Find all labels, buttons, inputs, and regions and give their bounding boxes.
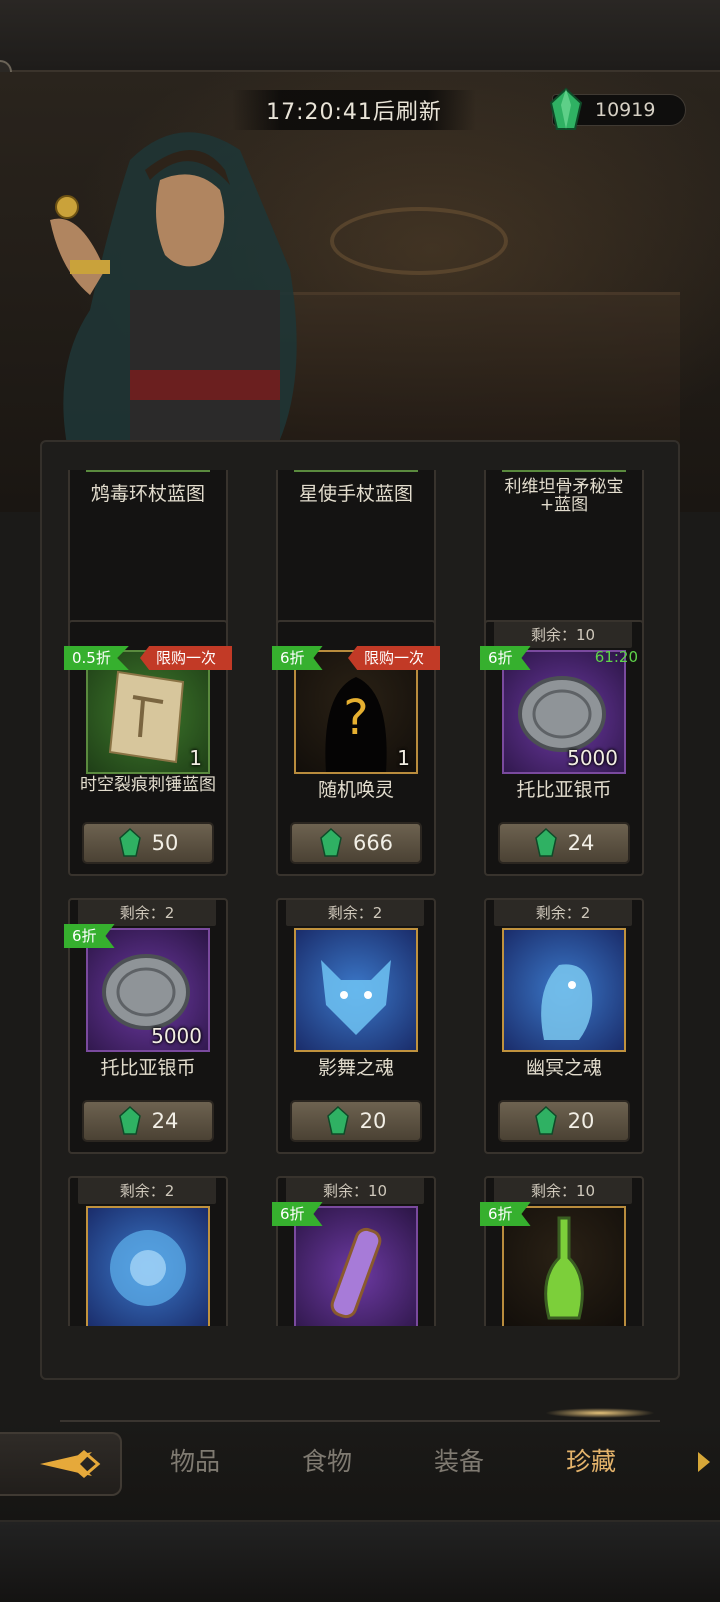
bottom-frame	[0, 1520, 720, 1602]
buy-button[interactable]: 20	[498, 1100, 630, 1142]
price-value: 666	[352, 831, 394, 855]
gem-balance[interactable]: 10919	[549, 87, 686, 130]
item-thumbnail	[294, 928, 418, 1052]
gem-amount: 10919	[595, 99, 656, 121]
purchase-limit-badge: 限购一次	[140, 646, 232, 670]
back-button[interactable]	[0, 1432, 122, 1496]
ghost-spirit-icon	[541, 964, 593, 1040]
remaining-stock: 剩余：2	[78, 900, 216, 926]
item-card[interactable]: 剩余：2 幽冥之魂 20	[484, 898, 644, 1154]
green-gem-icon	[118, 1106, 141, 1135]
remaining-stock: 剩余：10	[494, 1178, 632, 1204]
item-quantity: 1	[397, 746, 410, 770]
item-name: 鸩毒环杖蓝图	[90, 483, 205, 505]
green-gem-icon	[320, 828, 342, 857]
price-value: 20	[359, 1109, 387, 1133]
item-quantity: 5000	[567, 746, 618, 770]
active-tab-indicator	[545, 1408, 655, 1418]
remaining-stock: 剩余：2	[78, 1178, 216, 1204]
item-thumbnail: 1	[86, 470, 210, 472]
price-value: 20	[567, 1109, 595, 1133]
item-quantity: 5000	[151, 1024, 202, 1048]
item-name: 托比亚银币	[100, 1057, 196, 1079]
purchase-limit-badge: 限购一次	[348, 646, 440, 670]
tab-collection[interactable]: 珍藏	[536, 1442, 646, 1482]
item-name: 随机唤灵	[317, 779, 394, 801]
item-thumbnail: 1	[294, 470, 418, 472]
tab-food[interactable]: 食物	[272, 1442, 382, 1482]
tab-equipment[interactable]: 装备	[404, 1442, 514, 1482]
back-arrow-icon	[40, 1450, 101, 1478]
green-gem-icon	[534, 828, 557, 857]
nav-divider	[60, 1420, 660, 1422]
wolf-spirit-icon	[321, 960, 391, 1035]
green-gem-icon	[118, 828, 141, 857]
scroll-right-icon[interactable]	[698, 1452, 710, 1472]
svg-text:?: ?	[343, 690, 368, 746]
shop-grid: 1 鸩毒环杖蓝图 50 1 星使手杖蓝图 50 1 利维坦骨矛秘宝+蓝图 50	[60, 470, 660, 1326]
item-thumbnail	[502, 928, 626, 1052]
buy-button[interactable]: 24	[498, 822, 630, 864]
shop-shelf	[280, 292, 680, 445]
item-name: 时空裂痕刺锤蓝图	[80, 775, 216, 795]
green-gem-icon	[549, 87, 583, 130]
item-name: 影舞之魂	[317, 1057, 394, 1079]
buy-button[interactable]: 50	[82, 822, 214, 864]
item-card[interactable]: 剩余：2 影舞之魂 20	[276, 898, 436, 1154]
remaining-stock: 剩余：10	[494, 622, 632, 648]
vortex-spirit-icon	[110, 1230, 186, 1306]
price-value: 50	[151, 831, 179, 855]
item-card[interactable]: 剩余：2 5000 6折 托比亚银币 24	[64, 898, 228, 1154]
offer-timer: 61:20	[594, 648, 638, 666]
item-thumbnail: 1	[502, 470, 626, 472]
item-card[interactable]: 剩余：10 5000 6折 61:20 托比亚银币 24	[480, 620, 644, 876]
item-thumbnail	[86, 1206, 210, 1326]
green-gem-icon	[326, 1106, 349, 1135]
item-card[interactable]: 1 0.5折 限购一次 时空裂痕刺锤蓝图 50	[64, 620, 232, 876]
top-frame	[0, 0, 720, 72]
price-value: 24	[151, 1109, 179, 1133]
item-card[interactable]: ? 1 6折 限购一次 随机唤灵 666	[272, 620, 440, 876]
item-name: 星使手杖蓝图	[298, 483, 413, 505]
item-quantity: 1	[189, 746, 202, 770]
item-card[interactable]: 剩余：10 6折	[480, 1176, 644, 1326]
item-name: 幽冥之魂	[525, 1057, 602, 1079]
buy-button[interactable]: 24	[82, 1100, 214, 1142]
tab-items[interactable]: 物品	[140, 1442, 250, 1482]
item-name: 利维坦骨矛秘宝+蓝图	[504, 477, 624, 515]
merchant-illustration	[50, 132, 297, 460]
buy-button[interactable]: 666	[290, 822, 422, 864]
price-value: 24	[567, 831, 595, 855]
remaining-stock: 剩余：2	[494, 900, 632, 926]
item-card[interactable]: 剩余：2	[68, 1176, 228, 1326]
item-card[interactable]: 剩余：10 6折	[272, 1176, 436, 1326]
refresh-countdown: 17:20:41后刷新	[232, 90, 476, 130]
item-name: 托比亚银币	[516, 779, 612, 801]
buy-button[interactable]: 20	[290, 1100, 422, 1142]
remaining-stock: 剩余：2	[286, 900, 424, 926]
green-gem-icon	[534, 1106, 557, 1135]
remaining-stock: 剩余：10	[286, 1178, 424, 1204]
chandelier	[330, 207, 508, 275]
